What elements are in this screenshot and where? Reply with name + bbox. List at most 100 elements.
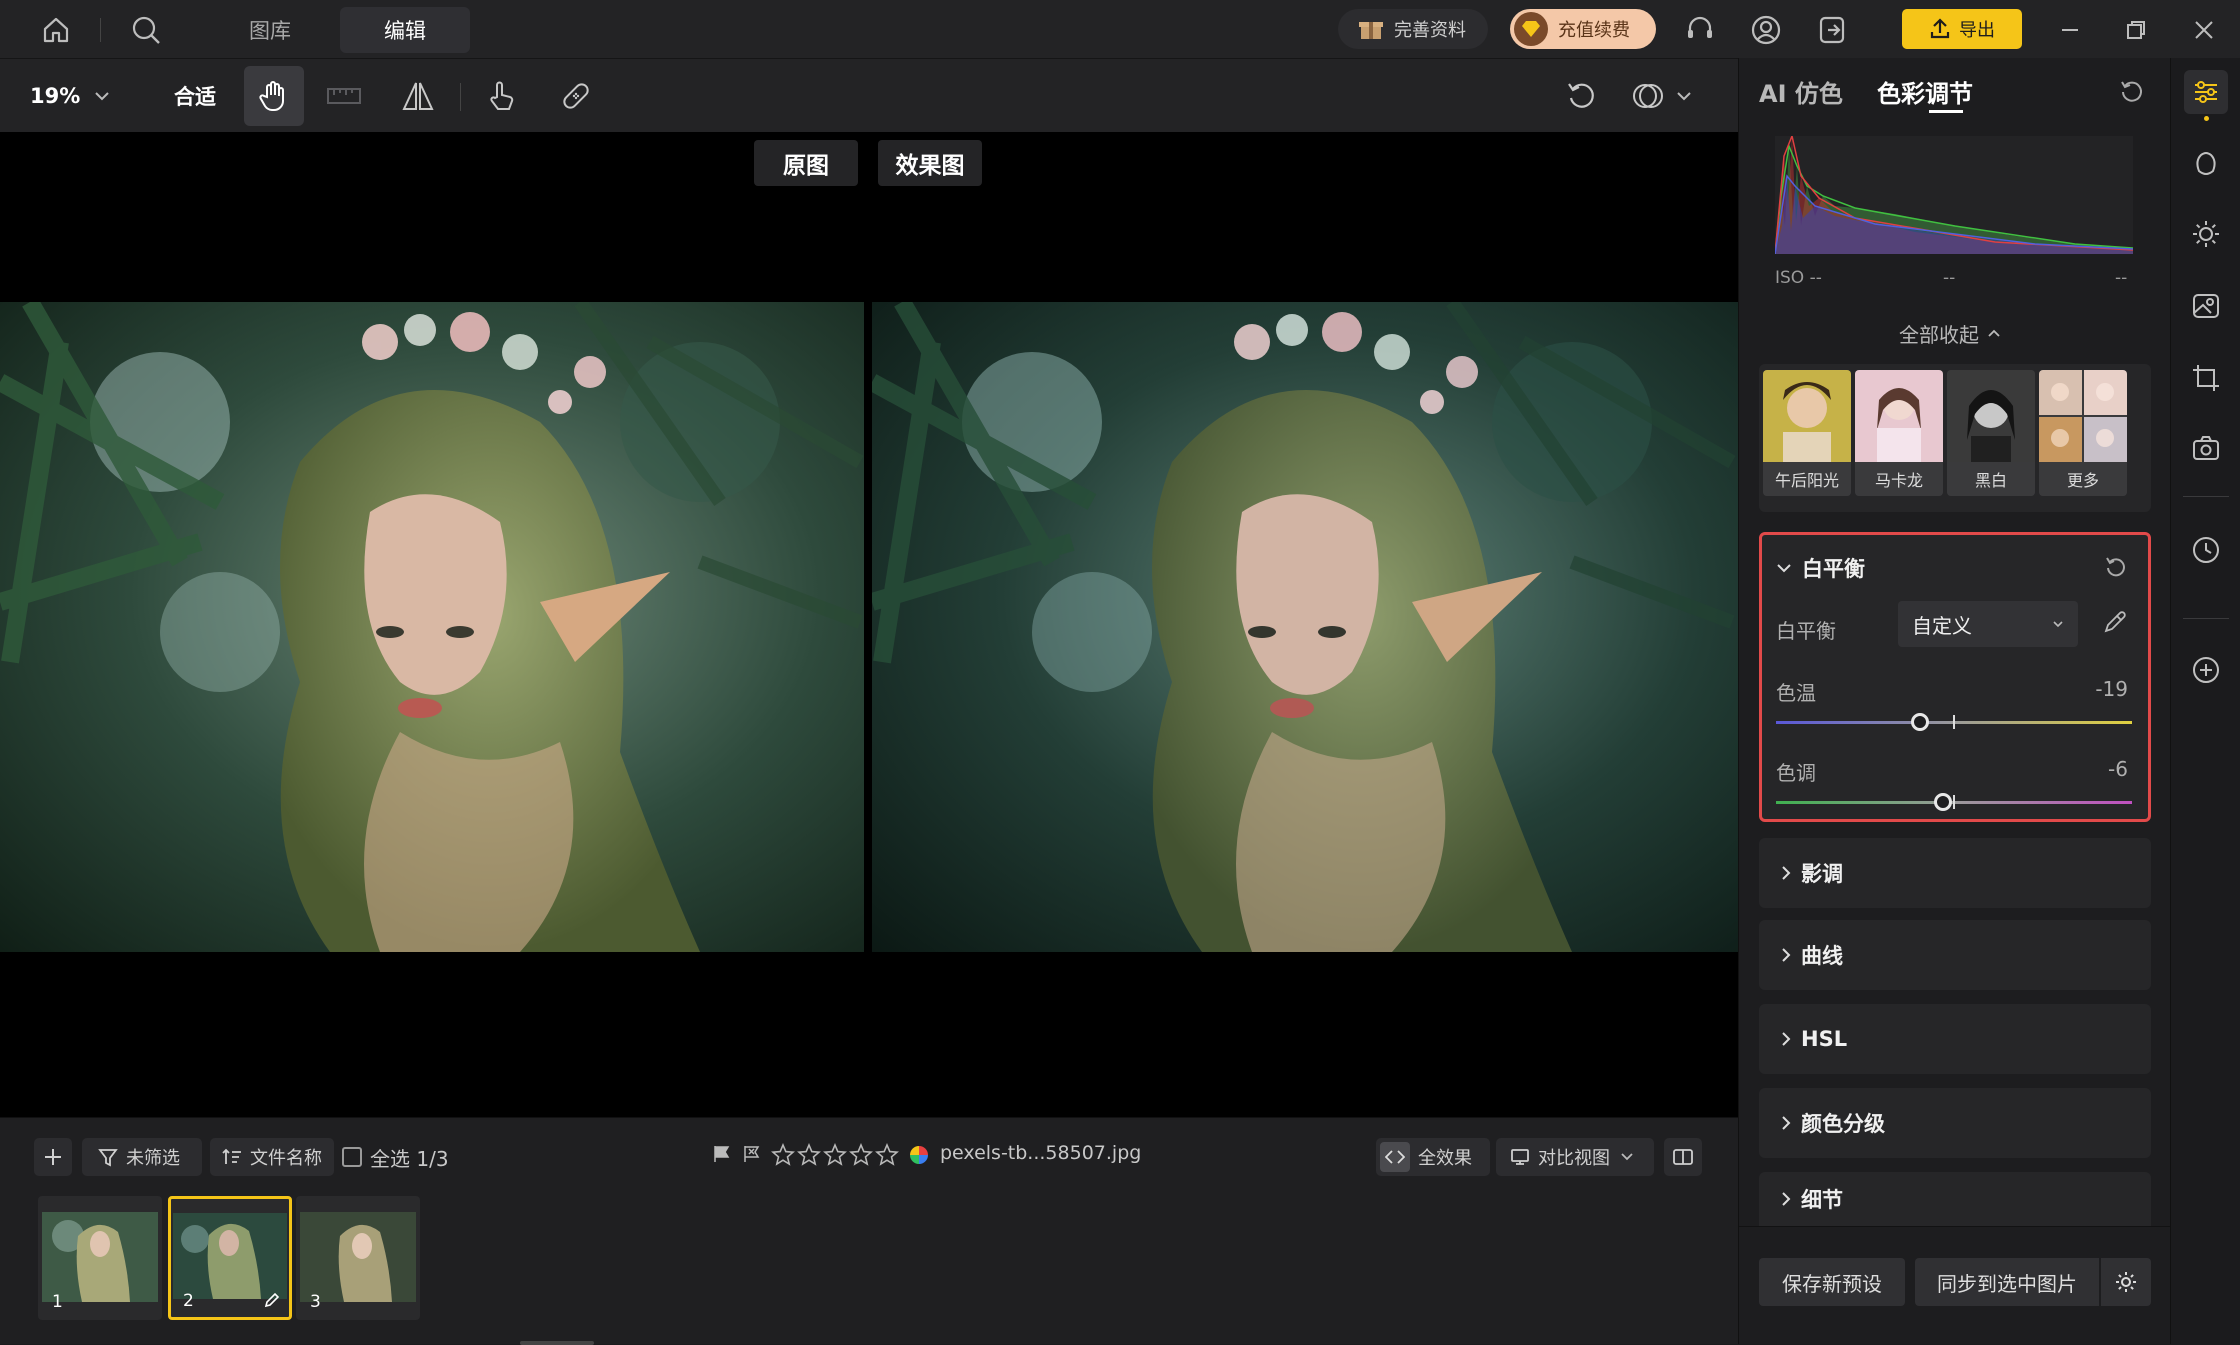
collapse-all-button[interactable]: 全部收起 <box>1899 318 2001 348</box>
section-color-grading[interactable]: 颜色分级 <box>1759 1088 2151 1158</box>
star-icon[interactable] <box>770 1142 796 1168</box>
divider <box>460 83 461 111</box>
support-icon[interactable] <box>1680 10 1720 50</box>
tab-ai-color[interactable]: AI 仿色 <box>1759 74 1843 109</box>
zoom-dropdown[interactable]: 19% <box>30 79 110 113</box>
rail-light-button[interactable] <box>2184 212 2228 256</box>
editor-toolbar: 19% 合适 <box>0 58 1738 132</box>
ruler-icon <box>326 81 362 111</box>
thumbnail-index: 3 <box>310 1292 321 1312</box>
tab-edit[interactable]: 编辑 <box>340 7 470 53</box>
rail-adjust-button[interactable] <box>2184 70 2228 114</box>
rail-camera-button[interactable] <box>2184 426 2228 470</box>
select-all-checkbox[interactable]: 全选 1/3 <box>342 1138 449 1176</box>
hand-tool[interactable] <box>244 66 304 126</box>
ruler-tool[interactable] <box>314 66 374 126</box>
color-label-icon[interactable] <box>908 1144 930 1166</box>
full-effect-toggle[interactable]: 全效果 <box>1376 1138 1490 1176</box>
rail-crop-button[interactable] <box>2184 356 2228 400</box>
star-rating[interactable] <box>770 1142 900 1168</box>
overlap-circles-icon <box>1630 78 1666 114</box>
logout-icon[interactable] <box>1812 10 1852 50</box>
section-reset-icon[interactable] <box>2104 555 2128 579</box>
rail-portrait-button[interactable] <box>2184 142 2228 186</box>
mask-dropdown[interactable] <box>1630 76 1692 116</box>
temperature-slider-thumb[interactable] <box>1911 713 1930 731</box>
active-dot <box>2204 116 2209 121</box>
sliders-icon <box>2191 77 2221 107</box>
tint-slider-thumb[interactable] <box>1934 793 1953 811</box>
bandage-tool[interactable] <box>546 66 606 126</box>
fit-button[interactable]: 合适 <box>174 79 216 113</box>
rail-add-button[interactable] <box>2184 648 2228 692</box>
bandage-icon <box>559 79 593 113</box>
tint-label: 色调 <box>1776 761 1816 785</box>
preset-macaron[interactable]: 马卡龙 <box>1855 370 1943 496</box>
sync-to-selected-button[interactable]: 同步到选中图片 <box>1915 1258 2099 1306</box>
section-color-grading-label: 颜色分级 <box>1801 1112 1885 1136</box>
hand-icon <box>257 79 291 113</box>
tab-library[interactable]: 图库 <box>220 7 320 53</box>
save-preset-button[interactable]: 保存新预设 <box>1759 1258 1905 1306</box>
section-hsl[interactable]: HSL <box>1759 1004 2151 1074</box>
flip-tool[interactable] <box>388 66 448 126</box>
adjustment-panel: AI 仿色 色彩调节 ISO -- -- -- 全部收起 午后阳光 马卡龙 黑白… <box>1738 58 2171 1344</box>
gift-icon <box>1358 16 1384 42</box>
wb-mode-select[interactable]: 自定义 <box>1898 601 2078 647</box>
preset-more[interactable]: 更多 <box>2039 370 2127 496</box>
plus-icon <box>42 1146 64 1168</box>
checkbox-box <box>342 1147 362 1167</box>
add-image-button[interactable] <box>34 1138 72 1176</box>
filter-icon <box>98 1147 118 1167</box>
image-canvas[interactable]: 原图 效果图 <box>0 132 1738 1117</box>
split-view-button[interactable] <box>1664 1138 1702 1176</box>
user-icon[interactable] <box>1746 10 1786 50</box>
minimize-icon[interactable] <box>2050 10 2090 50</box>
recharge-button[interactable]: 充值续费 <box>1510 9 1656 49</box>
thumbnail-3[interactable]: 3 <box>296 1196 420 1320</box>
flag-group <box>712 1144 762 1164</box>
rail-history-button[interactable] <box>2184 528 2228 572</box>
filmstrip-scrollbar[interactable] <box>520 1341 594 1345</box>
white-balance-header[interactable]: 白平衡 <box>1776 553 1865 583</box>
close-icon[interactable] <box>2184 10 2224 50</box>
star-icon[interactable] <box>796 1142 822 1168</box>
section-curves[interactable]: 曲线 <box>1759 920 2151 990</box>
eyedropper-icon[interactable] <box>2102 609 2128 635</box>
tint-center-tick <box>1953 795 1955 809</box>
star-icon[interactable] <box>822 1142 848 1168</box>
touch-tool[interactable] <box>472 66 532 126</box>
section-detail[interactable]: 细节 <box>1759 1172 2151 1226</box>
sort-button[interactable]: 文件名称 <box>210 1138 334 1176</box>
section-tone[interactable]: 影调 <box>1759 838 2151 908</box>
gear-icon <box>2114 1270 2138 1294</box>
sort-icon <box>222 1147 242 1167</box>
star-icon[interactable] <box>874 1142 900 1168</box>
reject-flag-icon[interactable] <box>742 1144 762 1164</box>
search-icon[interactable] <box>126 10 166 50</box>
compare-divider[interactable] <box>864 302 872 952</box>
sync-settings-button[interactable] <box>2101 1258 2151 1306</box>
restore-icon[interactable] <box>2116 10 2156 50</box>
compare-view-dropdown[interactable]: 对比视图 <box>1496 1138 1654 1176</box>
section-detail-label: 细节 <box>1801 1188 1843 1212</box>
panel-reset-icon[interactable] <box>2119 78 2145 104</box>
complete-profile-button[interactable]: 完善资料 <box>1338 9 1488 49</box>
star-icon[interactable] <box>848 1142 874 1168</box>
export-button[interactable]: 导出 <box>1902 9 2022 49</box>
rail-image-button[interactable] <box>2184 284 2228 328</box>
sort-label: 文件名称 <box>250 1148 322 1169</box>
divider <box>2183 618 2229 619</box>
preset-afternoon-sun[interactable]: 午后阳光 <box>1763 370 1851 496</box>
home-icon[interactable] <box>36 10 76 50</box>
thumbnail-2[interactable]: 2 <box>168 1196 292 1320</box>
compare-view-label: 对比视图 <box>1538 1148 1610 1169</box>
thumbnail-1[interactable]: 1 <box>38 1196 162 1320</box>
tab-color-adjust[interactable]: 色彩调节 <box>1877 74 1973 109</box>
chevron-down-icon <box>94 91 110 101</box>
reset-button[interactable] <box>1552 66 1612 126</box>
preset-black-white[interactable]: 黑白 <box>1947 370 2035 496</box>
flag-icon[interactable] <box>712 1144 732 1164</box>
wb-mode-value: 自定义 <box>1912 613 1972 638</box>
filter-button[interactable]: 未筛选 <box>82 1138 202 1176</box>
